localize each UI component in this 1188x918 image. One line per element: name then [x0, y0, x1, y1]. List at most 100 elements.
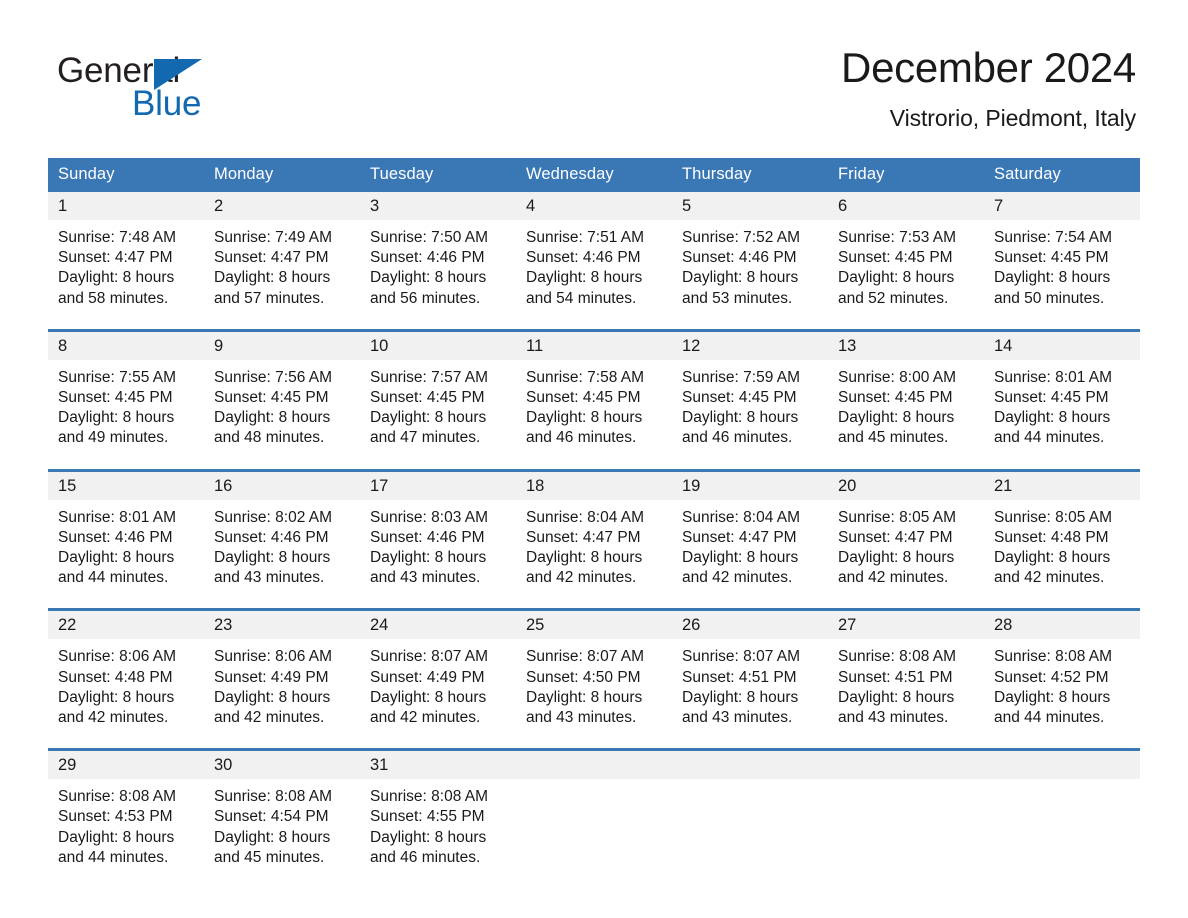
day-number: 28 — [984, 608, 1140, 640]
day-cell: Sunrise: 8:05 AM Sunset: 4:48 PM Dayligh… — [984, 499, 1140, 610]
sunrise-text: Sunrise: 8:08 AM — [994, 648, 1113, 666]
sunset-text: Sunset: 4:45 PM — [526, 389, 641, 407]
calendar-header-row: Sunday Monday Tuesday Wednesday Thursday… — [48, 158, 1140, 192]
sunset-text: Sunset: 4:53 PM — [58, 808, 173, 826]
sunrise-text: Sunrise: 7:55 AM — [58, 368, 177, 386]
daylight-text-line2: and 49 minutes. — [58, 429, 169, 447]
week-detail-row: Sunrise: 8:08 AM Sunset: 4:53 PM Dayligh… — [48, 779, 1140, 889]
daylight-text-line1: Daylight: 8 hours — [838, 409, 955, 427]
sunset-text: Sunset: 4:46 PM — [370, 249, 485, 267]
daylight-text-line2: and 46 minutes. — [370, 848, 481, 866]
week-daynumber-row: 29 30 31 — [48, 748, 1140, 780]
sunrise-text: Sunrise: 8:02 AM — [214, 508, 333, 526]
daylight-text-line1: Daylight: 8 hours — [58, 269, 175, 287]
day-number: 1 — [48, 192, 204, 220]
daylight-text-line1: Daylight: 8 hours — [214, 409, 331, 427]
sunrise-text: Sunrise: 8:04 AM — [682, 508, 801, 526]
daylight-text-line2: and 45 minutes. — [838, 429, 949, 447]
day-number: 4 — [516, 192, 672, 220]
sunset-text: Sunset: 4:51 PM — [682, 668, 797, 686]
day-cell: Sunrise: 8:07 AM Sunset: 4:50 PM Dayligh… — [516, 639, 672, 750]
sunrise-text: Sunrise: 8:08 AM — [214, 788, 333, 806]
sunset-text: Sunset: 4:49 PM — [370, 668, 485, 686]
week-detail-row: Sunrise: 8:06 AM Sunset: 4:48 PM Dayligh… — [48, 639, 1140, 750]
daylight-text-line2: and 58 minutes. — [58, 289, 169, 307]
daylight-text-line1: Daylight: 8 hours — [58, 828, 175, 846]
weekday-header-saturday: Saturday — [984, 158, 1140, 192]
week-daynumber-row: 1 2 3 4 5 6 7 — [48, 192, 1140, 220]
sunrise-text: Sunrise: 7:57 AM — [370, 368, 489, 386]
sunrise-text: Sunrise: 7:53 AM — [838, 229, 957, 246]
day-number: 18 — [516, 468, 672, 500]
day-cell-empty — [828, 779, 984, 889]
day-cell: Sunrise: 8:06 AM Sunset: 4:48 PM Dayligh… — [48, 639, 204, 750]
sunset-text: Sunset: 4:45 PM — [838, 389, 953, 407]
day-cell: Sunrise: 7:51 AM Sunset: 4:46 PM Dayligh… — [516, 220, 672, 331]
day-number: 23 — [204, 608, 360, 640]
day-cell: Sunrise: 7:55 AM Sunset: 4:45 PM Dayligh… — [48, 359, 204, 471]
sunrise-text: Sunrise: 8:04 AM — [526, 508, 645, 526]
sunset-text: Sunset: 4:48 PM — [58, 668, 173, 686]
day-number: 6 — [828, 192, 984, 220]
day-number: 5 — [672, 192, 828, 220]
day-number: 29 — [48, 748, 204, 780]
daylight-text-line2: and 50 minutes. — [994, 289, 1105, 307]
daylight-text-line1: Daylight: 8 hours — [682, 269, 799, 287]
day-number: 24 — [360, 608, 516, 640]
sunrise-text: Sunrise: 7:56 AM — [214, 368, 333, 386]
week-detail-row: Sunrise: 7:48 AM Sunset: 4:47 PM Dayligh… — [48, 220, 1140, 331]
week-daynumber-row: 22 23 24 25 26 27 28 — [48, 608, 1140, 640]
sunrise-text: Sunrise: 7:59 AM — [682, 368, 801, 386]
sunset-text: Sunset: 4:51 PM — [838, 668, 953, 686]
daylight-text-line2: and 57 minutes. — [214, 289, 325, 307]
daylight-text-line2: and 44 minutes. — [58, 848, 169, 866]
daylight-text-line1: Daylight: 8 hours — [214, 828, 331, 846]
daylight-text-line1: Daylight: 8 hours — [526, 269, 643, 287]
daylight-text-line1: Daylight: 8 hours — [214, 549, 331, 567]
sunrise-text: Sunrise: 7:48 AM — [58, 229, 177, 246]
sunrise-text: Sunrise: 8:08 AM — [370, 788, 489, 806]
day-number: 16 — [204, 468, 360, 500]
sunset-text: Sunset: 4:47 PM — [214, 249, 329, 267]
daylight-text-line1: Daylight: 8 hours — [682, 549, 799, 567]
day-cell: Sunrise: 8:00 AM Sunset: 4:45 PM Dayligh… — [828, 359, 984, 471]
daylight-text-line2: and 42 minutes. — [838, 569, 949, 587]
sunrise-text: Sunrise: 7:49 AM — [214, 229, 333, 246]
daylight-text-line2: and 47 minutes. — [370, 429, 481, 447]
daylight-text-line1: Daylight: 8 hours — [994, 409, 1111, 427]
sunset-text: Sunset: 4:52 PM — [994, 668, 1109, 686]
day-cell: Sunrise: 7:52 AM Sunset: 4:46 PM Dayligh… — [672, 220, 828, 331]
day-cell: Sunrise: 8:01 AM Sunset: 4:46 PM Dayligh… — [48, 499, 204, 610]
day-number: 3 — [360, 192, 516, 220]
weekday-header-wednesday: Wednesday — [516, 158, 672, 192]
daylight-text-line1: Daylight: 8 hours — [838, 688, 955, 706]
daylight-text-line2: and 46 minutes. — [682, 429, 793, 447]
week-daynumber-row: 8 9 10 11 12 13 14 — [48, 328, 1140, 360]
daylight-text-line1: Daylight: 8 hours — [58, 549, 175, 567]
day-number: 30 — [204, 748, 360, 780]
day-cell: Sunrise: 7:48 AM Sunset: 4:47 PM Dayligh… — [48, 220, 204, 331]
day-number: 13 — [828, 328, 984, 360]
daylight-text-line1: Daylight: 8 hours — [994, 269, 1111, 287]
sunrise-text: Sunrise: 7:54 AM — [994, 229, 1113, 246]
week-detail-row: Sunrise: 8:01 AM Sunset: 4:46 PM Dayligh… — [48, 499, 1140, 610]
day-number: 31 — [360, 748, 516, 780]
day-number: 12 — [672, 328, 828, 360]
day-number: 9 — [204, 328, 360, 360]
daylight-text-line2: and 44 minutes. — [994, 709, 1105, 727]
day-cell: Sunrise: 8:01 AM Sunset: 4:45 PM Dayligh… — [984, 359, 1140, 471]
calendar-table: Sunday Monday Tuesday Wednesday Thursday… — [48, 158, 1140, 889]
daylight-text-line2: and 48 minutes. — [214, 429, 325, 447]
day-number: 8 — [48, 328, 204, 360]
daylight-text-line1: Daylight: 8 hours — [58, 688, 175, 706]
weekday-header-thursday: Thursday — [672, 158, 828, 192]
day-cell-empty — [672, 779, 828, 889]
page-title: December 2024 — [841, 44, 1136, 91]
sunset-text: Sunset: 4:46 PM — [370, 528, 485, 546]
sunrise-text: Sunrise: 8:05 AM — [994, 508, 1113, 526]
daylight-text-line2: and 43 minutes. — [214, 569, 325, 587]
week-detail-row: Sunrise: 7:55 AM Sunset: 4:45 PM Dayligh… — [48, 359, 1140, 471]
day-number: 10 — [360, 328, 516, 360]
daylight-text-line1: Daylight: 8 hours — [682, 688, 799, 706]
daylight-text-line1: Daylight: 8 hours — [526, 549, 643, 567]
